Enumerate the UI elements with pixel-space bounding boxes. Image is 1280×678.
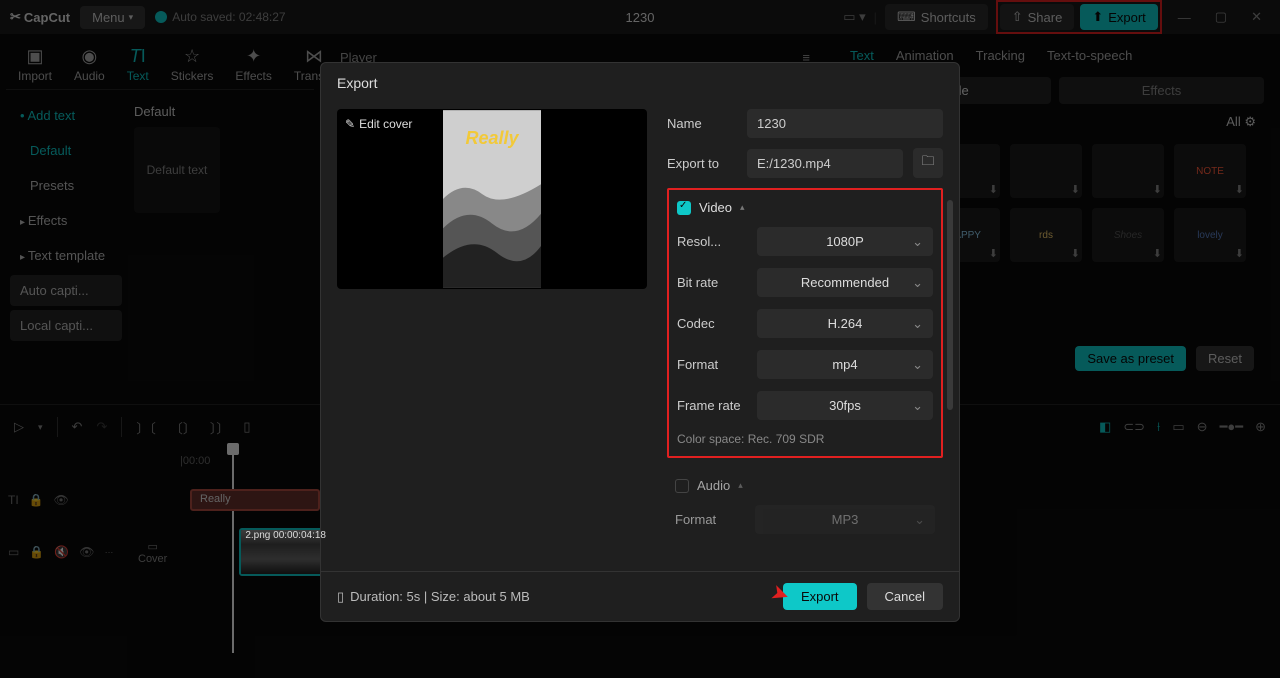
export-to-label: Export to [667, 156, 737, 171]
video-settings-section: Video ▴ Resol... 1080P Bit rate Recommen… [667, 188, 943, 458]
name-label: Name [667, 116, 737, 131]
cancel-button[interactable]: Cancel [867, 583, 943, 610]
audio-settings-section: Audio ▴ Format MP3 [667, 468, 943, 544]
name-input[interactable]: 1230 [747, 109, 943, 138]
edit-cover-button[interactable]: ✎ Edit cover [345, 117, 412, 131]
modal-footer: ▯ Duration: 5s | Size: about 5 MB ➤ Expo… [321, 571, 959, 621]
video-checkbox[interactable] [677, 201, 691, 215]
duration-info: ▯ Duration: 5s | Size: about 5 MB [337, 589, 530, 605]
format-select[interactable]: mp4 [757, 350, 933, 379]
cover-text-overlay: Really [443, 128, 541, 149]
colorspace-info: Color space: Rec. 709 SDR [677, 432, 933, 446]
codec-label: Codec [677, 316, 747, 331]
resolution-label: Resol... [677, 234, 747, 249]
audio-checkbox[interactable] [675, 479, 689, 493]
audio-format-select[interactable]: MP3 [755, 505, 935, 534]
export-form: Name 1230 Export to E:/1230.mp4 🗀 Video … [667, 109, 943, 565]
framerate-label: Frame rate [677, 398, 747, 413]
bitrate-select[interactable]: Recommended [757, 268, 933, 297]
framerate-select[interactable]: 30fps [757, 391, 933, 420]
export-modal: Export ✎ Edit cover Really Name 123 [320, 62, 960, 622]
cover-image: Really [443, 110, 541, 288]
folder-icon[interactable]: 🗀 [913, 148, 943, 178]
modal-title: Export [321, 63, 959, 103]
audio-format-label: Format [675, 512, 745, 527]
resolution-select[interactable]: 1080P [757, 227, 933, 256]
export-to-input[interactable]: E:/1230.mp4 [747, 149, 903, 178]
scrollbar[interactable] [947, 200, 953, 410]
cover-preview: ✎ Edit cover Really [337, 109, 647, 289]
confirm-export-button[interactable]: Export [783, 583, 857, 610]
codec-select[interactable]: H.264 [757, 309, 933, 338]
bitrate-label: Bit rate [677, 275, 747, 290]
format-label: Format [677, 357, 747, 372]
